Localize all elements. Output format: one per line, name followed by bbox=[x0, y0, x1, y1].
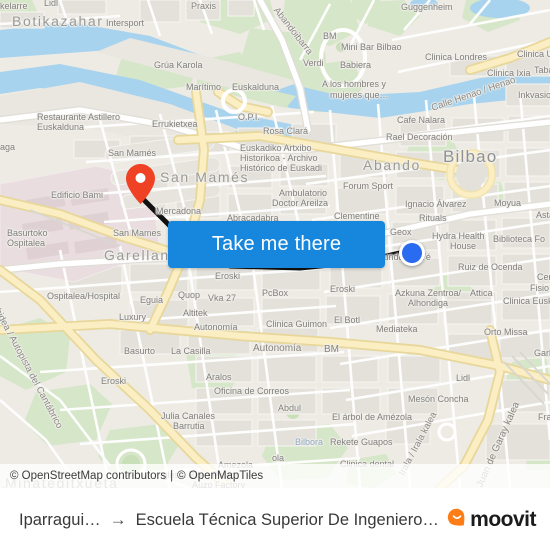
attribution-tiles[interactable]: © OpenMapTiles bbox=[177, 470, 263, 482]
moovit-map-screen: kelarre Lidl Praxis Guggenheim Botikazahar In… bbox=[0, 0, 550, 550]
route-origin-label: Iparragui… bbox=[19, 510, 101, 529]
route-destination-label: Escuela Técnica Superior De Ingeniero… bbox=[135, 510, 439, 529]
take-me-there-button[interactable]: Take me there bbox=[168, 221, 385, 268]
map-canvas[interactable]: kelarre Lidl Praxis Guggenheim Botikazahar In… bbox=[0, 0, 550, 488]
origin-pin-icon[interactable] bbox=[126, 164, 155, 204]
attribution-osm[interactable]: © OpenStreetMap contributors bbox=[10, 470, 166, 482]
footer-bar: Iparragui… → Escuela Técnica Superior De… bbox=[0, 488, 550, 550]
arrow-right-icon: → bbox=[109, 510, 127, 529]
moovit-logo[interactable]: moovit bbox=[446, 507, 550, 534]
moovit-wordmark: moovit bbox=[470, 508, 536, 531]
map-attribution: © OpenStreetMap contributors | © OpenMap… bbox=[0, 464, 550, 488]
route-summary[interactable]: Iparragui… → Escuela Técnica Superior De… bbox=[0, 510, 446, 530]
attribution-separator: | bbox=[170, 470, 174, 482]
moovit-pin-icon bbox=[446, 507, 468, 534]
destination-dot-icon[interactable] bbox=[399, 240, 425, 266]
